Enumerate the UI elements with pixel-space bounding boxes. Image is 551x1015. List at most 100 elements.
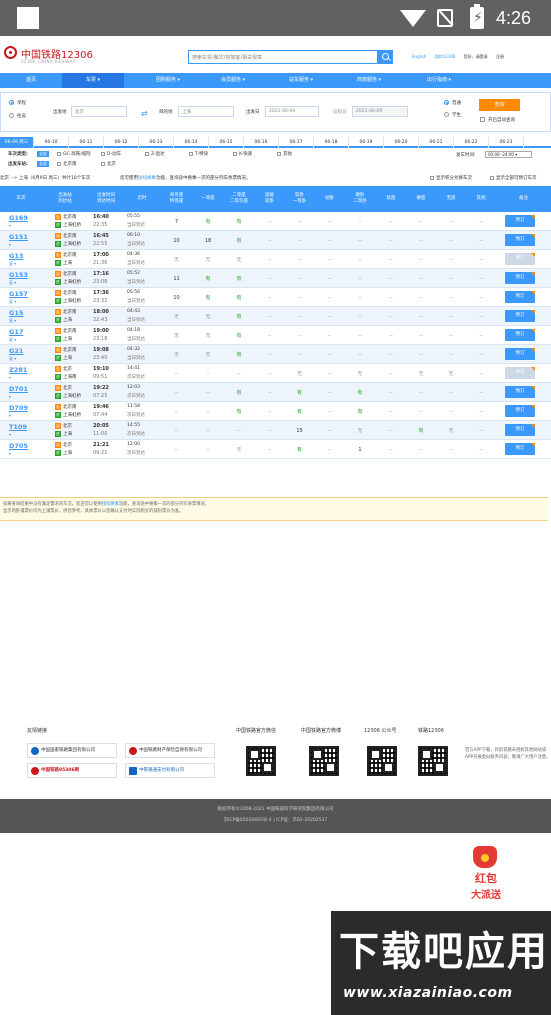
seat-availability[interactable]: 无 xyxy=(160,307,193,326)
friend-link-crgroup[interactable]: 中国国家铁路集团有限公司 xyxy=(27,743,117,758)
seat-availability[interactable]: 有 xyxy=(223,269,255,288)
train-detail-toggle[interactable]: 复 ▾ xyxy=(9,299,16,305)
nav-home[interactable]: 首页 xyxy=(0,73,62,88)
arrive-station[interactable]: 终上海 xyxy=(55,450,72,456)
search-icon[interactable] xyxy=(378,50,393,64)
train-number-link[interactable]: D709 xyxy=(9,404,28,412)
train-detail-toggle[interactable]: ▾ xyxy=(9,432,11,437)
arrive-station[interactable]: 终上海虹桥 xyxy=(55,412,81,418)
date-tab[interactable]: 06-21 xyxy=(419,137,454,148)
arrive-station[interactable]: 终上海虹桥 xyxy=(55,222,81,228)
depart-station[interactable]: 始北京南 xyxy=(55,233,77,239)
seat-availability[interactable]: 无 xyxy=(160,326,193,345)
seat-availability[interactable]: 有 xyxy=(344,402,376,421)
site-search-input[interactable]: 搜索车票/餐饮/常旅客/相关规章 xyxy=(188,50,378,64)
nav-member[interactable]: 会员服务 ▾ xyxy=(202,73,264,88)
auto-query-checkbox[interactable] xyxy=(480,117,485,122)
seat-availability[interactable]: 无 xyxy=(223,440,255,459)
depart-station[interactable]: 始北京南 xyxy=(55,404,77,410)
query-button[interactable]: 查询 xyxy=(479,99,520,111)
train-detail-toggle[interactable]: ▾ xyxy=(9,413,11,418)
type-t-checkbox[interactable]: T-特快 xyxy=(189,151,208,157)
return-date-input[interactable]: 2021-06-09 xyxy=(352,106,408,117)
book-button[interactable]: 预订 xyxy=(505,272,535,284)
book-button[interactable]: 预订 xyxy=(505,443,535,455)
nav-station[interactable]: 站车服务 ▾ xyxy=(270,73,332,88)
student-radio[interactable] xyxy=(444,112,449,117)
seat-availability[interactable]: 18 xyxy=(193,231,223,250)
book-button[interactable]: 预订 xyxy=(505,348,535,360)
column-header-times[interactable]: 出发时间 到达时间 xyxy=(88,186,124,212)
arrive-station[interactable]: 终上海 xyxy=(55,317,72,323)
swap-stations-icon[interactable]: ⇄ xyxy=(141,109,148,118)
train-number-link[interactable]: G13 xyxy=(9,252,23,260)
type-k-checkbox[interactable]: K-快速 xyxy=(233,151,252,157)
date-tab[interactable]: 06-10 xyxy=(34,137,69,148)
seat-availability[interactable]: 无 xyxy=(436,364,466,383)
train-type-all-tag[interactable]: 全部 xyxy=(37,151,49,157)
transfer-link[interactable]: 接续换乘 xyxy=(138,176,156,181)
book-button[interactable]: 预订 xyxy=(505,329,535,341)
date-tab[interactable]: 06-16 xyxy=(244,137,279,148)
train-number-link[interactable]: D701 xyxy=(9,385,28,393)
train-detail-toggle[interactable]: ▾ xyxy=(9,242,11,247)
date-tab[interactable]: 06-15 xyxy=(209,137,244,148)
type-z-checkbox[interactable]: Z-直达 xyxy=(145,151,165,157)
depart-station[interactable]: 始北京南 xyxy=(55,214,77,220)
seat-availability[interactable]: 有 xyxy=(223,326,255,345)
seat-availability[interactable]: 无 xyxy=(436,421,466,440)
station-beijingnan-checkbox[interactable]: 北京南 xyxy=(57,161,77,167)
seat-availability[interactable]: 有 xyxy=(344,383,376,402)
nav-group[interactable]: 团购服务 ▾ xyxy=(137,73,199,88)
nav-guide[interactable]: 出行指南 ▾ xyxy=(408,73,470,88)
column-header-duration[interactable]: 历时 xyxy=(124,186,160,212)
depart-station[interactable]: 始北京南 xyxy=(55,328,77,334)
adult-radio[interactable] xyxy=(444,100,449,105)
seat-availability[interactable]: 有 xyxy=(284,440,315,459)
my-12306-link[interactable]: 我的12306 xyxy=(435,54,456,59)
from-input[interactable]: 北京 xyxy=(71,106,127,117)
arrive-station[interactable]: 终上海虹桥 xyxy=(55,279,81,285)
seat-availability[interactable]: 无 xyxy=(160,345,193,364)
arrive-station[interactable]: 终上海 xyxy=(55,336,72,342)
train-detail-toggle[interactable]: 复 ▾ xyxy=(9,318,16,324)
seat-availability[interactable]: 15 xyxy=(284,421,315,440)
date-tab[interactable]: 06-22 xyxy=(454,137,489,148)
date-tab[interactable]: 06-12 xyxy=(104,137,139,148)
date-tab[interactable]: 06-19 xyxy=(349,137,384,148)
depart-station[interactable]: 始北京南 xyxy=(55,271,77,277)
train-number-link[interactable]: G157 xyxy=(9,290,28,298)
arrive-station[interactable]: 终上海南 xyxy=(55,374,77,380)
book-button[interactable]: 预订 xyxy=(505,215,535,227)
seat-availability[interactable]: 无 xyxy=(193,250,223,269)
seat-availability[interactable]: 有 xyxy=(223,288,255,307)
arrive-station[interactable]: 终上海 xyxy=(55,431,72,437)
arrive-station[interactable]: 终上海虹桥 xyxy=(55,298,81,304)
book-button[interactable]: 预订 xyxy=(505,405,535,417)
seat-availability[interactable]: 7 xyxy=(160,212,193,231)
date-tab[interactable]: 06-17 xyxy=(279,137,314,148)
arrive-station[interactable]: 终上海 xyxy=(55,355,72,361)
show-all-checkbox[interactable]: 显示全部可预订车次 xyxy=(490,175,537,181)
arrive-station[interactable]: 终上海虹桥 xyxy=(55,241,81,247)
seat-availability[interactable]: 有 xyxy=(284,383,315,402)
depart-station[interactable]: 始北京 xyxy=(55,423,72,429)
nav-tickets[interactable]: 车票 ▾ xyxy=(62,73,124,88)
depart-station[interactable]: 始北京南 xyxy=(55,252,77,258)
date-tab[interactable]: 06-20 xyxy=(384,137,419,148)
red-packet-promo[interactable]: 红包 大派送 xyxy=(459,844,519,909)
type-d-checkbox[interactable]: D-动车 xyxy=(101,151,121,157)
book-button[interactable]: 预订 xyxy=(505,291,535,303)
date-tab[interactable]: 06-18 xyxy=(314,137,349,148)
seat-availability[interactable]: 无 xyxy=(344,364,376,383)
depart-date-input[interactable]: 2021-06-09 xyxy=(265,106,319,117)
seat-availability[interactable]: 10 xyxy=(160,288,193,307)
depart-station[interactable]: 始北京 xyxy=(55,366,72,372)
depart-station[interactable]: 始北京 xyxy=(55,442,72,448)
seat-availability[interactable]: 11 xyxy=(160,269,193,288)
train-detail-toggle[interactable]: 复 ▾ xyxy=(9,356,16,362)
seat-availability[interactable]: 无 xyxy=(344,421,376,440)
seat-availability[interactable]: 无 xyxy=(284,364,315,383)
depart-time-select[interactable]: 00:00--24:00 ▾ xyxy=(485,151,532,158)
nav-business[interactable]: 商旅服务 ▾ xyxy=(338,73,400,88)
